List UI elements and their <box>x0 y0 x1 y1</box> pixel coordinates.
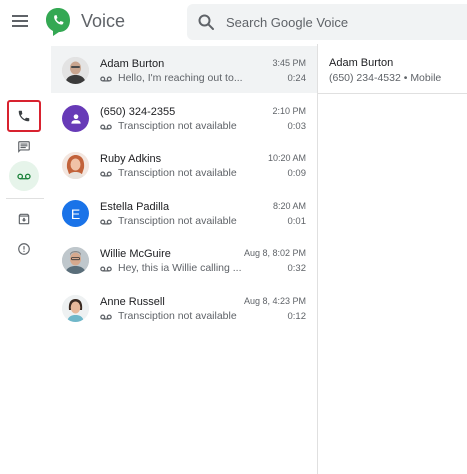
conversation-list: Adam Burton Hello, I'm reaching out to..… <box>51 44 317 474</box>
nav-messages[interactable] <box>9 132 39 162</box>
nav-archive[interactable] <box>9 204 39 234</box>
top-bar: Voice <box>0 0 467 44</box>
voicemail-icon <box>100 124 112 130</box>
voicemail-duration: 0:12 <box>287 311 307 322</box>
message-preview: Transciption not available <box>118 310 237 322</box>
voicemail-duration: 0:03 <box>287 121 307 132</box>
search-icon[interactable] <box>197 13 215 31</box>
list-item[interactable]: Adam Burton Hello, I'm reaching out to..… <box>51 46 317 93</box>
nav-divider <box>6 198 44 199</box>
report-icon <box>18 243 30 255</box>
voicemail-icon <box>100 76 112 82</box>
avatar <box>62 247 89 274</box>
timestamp: 2:10 PM <box>272 106 306 116</box>
timestamp: Aug 8, 4:23 PM <box>243 296 306 306</box>
message-preview: Hey, this ia Willie calling ... <box>118 262 242 274</box>
avatar <box>62 152 89 179</box>
voicemail-icon <box>17 173 31 179</box>
contact-name: Ruby Adkins <box>100 153 162 165</box>
nav-rail <box>0 44 50 474</box>
nav-voicemail[interactable] <box>9 161 39 191</box>
message-icon <box>18 141 30 153</box>
voicemail-icon <box>100 219 112 225</box>
voicemail-icon <box>100 266 112 272</box>
voicemail-duration: 0:24 <box>287 73 307 84</box>
list-item[interactable]: E Estella Padilla Transciption not avail… <box>51 189 317 236</box>
avatar-photo <box>62 295 89 322</box>
message-preview: Hello, I'm reaching out to... <box>118 72 243 84</box>
list-item[interactable]: Ruby Adkins Transciption not available 1… <box>51 141 317 188</box>
timestamp: 8:20 AM <box>272 201 306 211</box>
avatar-photo <box>62 57 89 84</box>
avatar <box>62 57 89 84</box>
voicemail-duration: 0:32 <box>287 263 307 274</box>
timestamp: 3:45 PM <box>272 58 306 68</box>
avatar-initial: E <box>70 205 81 222</box>
message-preview: Transciption not available <box>118 120 237 132</box>
avatar <box>62 295 89 322</box>
voicemail-duration: 0:09 <box>287 168 307 179</box>
avatar <box>62 105 89 132</box>
contact-name: Adam Burton <box>100 58 165 70</box>
timestamp: Aug 8, 8:02 PM <box>243 248 306 258</box>
message-preview: Transciption not available <box>118 215 237 227</box>
archive-icon <box>18 213 30 225</box>
list-item[interactable]: Anne Russell Transciption not available … <box>51 284 317 331</box>
menu-icon[interactable] <box>11 12 29 32</box>
contact-name: (650) 324-2355 <box>100 106 176 118</box>
avatar-photo <box>62 247 89 274</box>
voicemail-icon <box>100 314 112 320</box>
nav-spam[interactable] <box>9 234 39 264</box>
nav-calls[interactable] <box>7 100 41 132</box>
message-preview: Transciption not available <box>118 167 237 179</box>
detail-header: Adam Burton (650) 234-4532 • Mobile <box>318 44 467 94</box>
timestamp: 10:20 AM <box>267 153 306 163</box>
avatar-photo <box>62 152 89 179</box>
contact-name: Willie McGuire <box>100 248 171 260</box>
detail-contact-name[interactable]: Adam Burton <box>329 57 393 69</box>
detail-phone-number: (650) 234-4532 • Mobile <box>329 72 442 84</box>
voicemail-duration: 0:01 <box>287 216 307 227</box>
voicemail-icon <box>100 171 112 177</box>
avatar: E <box>62 200 89 227</box>
person-icon <box>70 113 81 124</box>
app-title: Voice <box>81 11 126 31</box>
list-item[interactable]: (650) 324-2355 Transciption not availabl… <box>51 94 317 141</box>
contact-name: Estella Padilla <box>100 201 170 213</box>
phone-icon <box>18 110 30 122</box>
list-item[interactable]: Willie McGuire Hey, this ia Willie calli… <box>51 236 317 283</box>
detail-pane: Adam Burton (650) 234-4532 • Mobile <box>318 44 467 474</box>
search-input[interactable] <box>226 4 461 40</box>
contact-name: Anne Russell <box>100 296 165 308</box>
search-bar[interactable] <box>187 4 467 40</box>
google-voice-logo-icon <box>46 8 70 36</box>
